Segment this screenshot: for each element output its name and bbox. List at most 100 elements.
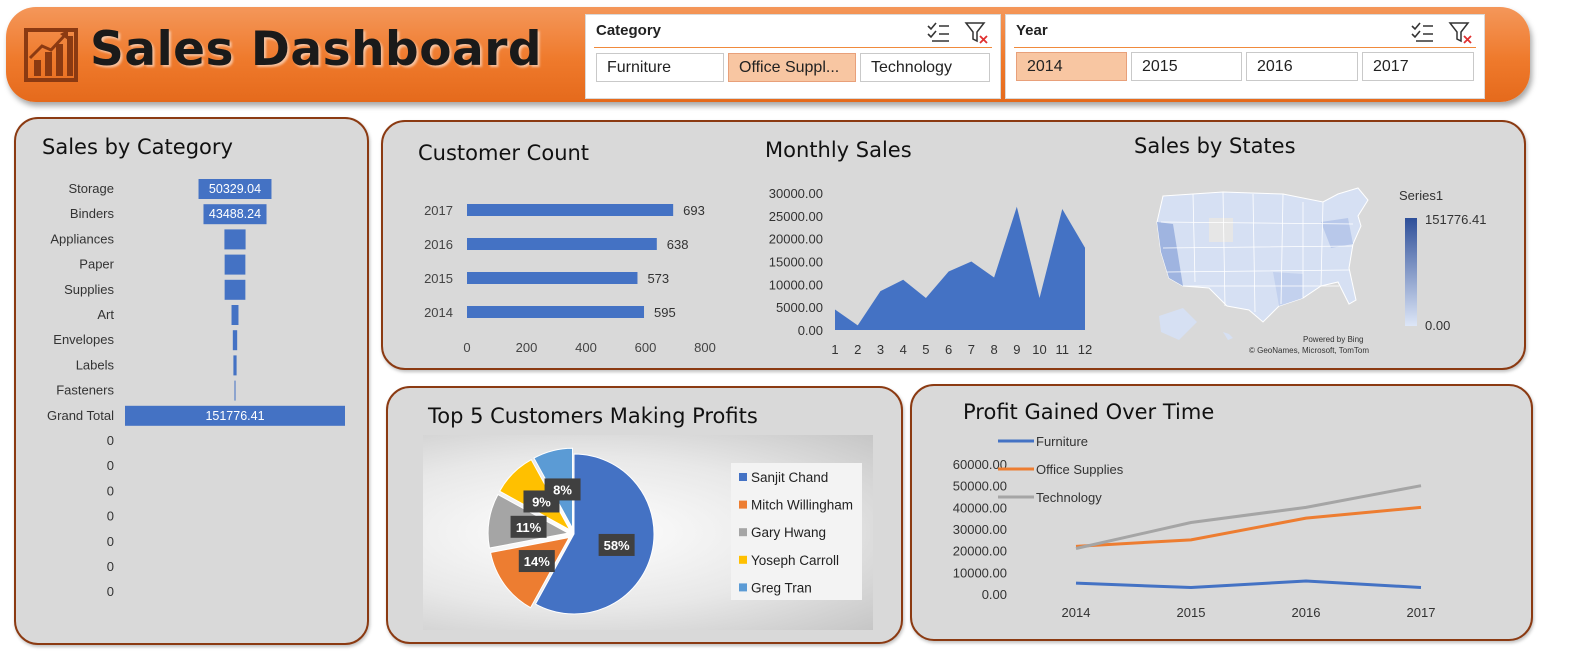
slicer-item-2016[interactable]: 2016	[1246, 52, 1358, 81]
pie-data-label: 14%	[524, 554, 550, 569]
legend-swatch	[739, 473, 747, 481]
category-label: 0	[107, 483, 114, 498]
profit-series-line	[1075, 579, 1422, 590]
x-tick-label: 2	[854, 342, 861, 357]
category-label: Binders	[70, 206, 115, 221]
pie-data-label: 11%	[516, 520, 542, 535]
category-data-label: 43488.24	[209, 207, 261, 221]
slicer-divider	[1014, 47, 1476, 48]
category-data-label: 151776.41	[205, 409, 264, 423]
monthly-sales-area	[835, 206, 1085, 330]
legend-label: Office Supplies	[1036, 462, 1124, 477]
customer-data-label: 638	[667, 237, 689, 252]
year-label: 2016	[424, 237, 453, 252]
y-tick-label: 0.00	[798, 323, 823, 338]
y-tick-label: 15000.00	[769, 255, 823, 270]
year-slicer: Year 2014 2015 2016 2017	[1005, 14, 1485, 99]
year-label: 2015	[424, 271, 453, 286]
x-tick-label: 10	[1032, 342, 1046, 357]
legend-label: Yoseph Carroll	[751, 553, 839, 568]
category-label: 0	[107, 433, 114, 448]
x-tick-label: 2016	[1292, 605, 1321, 620]
category-data-label: 50329.04	[209, 182, 261, 196]
slicer-item-office-supplies[interactable]: Office Suppl...	[728, 53, 856, 82]
category-label: Labels	[76, 357, 115, 372]
x-tick-label: 11	[1056, 342, 1070, 357]
top5-pie-chart: 58%14%11%9%8%Sanjit ChandMitch Willingha…	[487, 447, 862, 615]
x-tick-label: 200	[516, 340, 538, 355]
category-bar	[224, 279, 246, 300]
slicer-item-2017[interactable]: 2017	[1362, 52, 1474, 81]
x-tick-label: 0	[463, 340, 470, 355]
y-tick-label: 40000.00	[953, 500, 1007, 515]
category-bar	[224, 254, 246, 275]
metrics-panel: Customer Count Monthly Sales Sales by St…	[381, 120, 1526, 370]
category-label: 0	[107, 559, 114, 574]
year-label: 2017	[424, 203, 453, 218]
customer-data-label: 595	[654, 305, 676, 320]
pie-data-label: 58%	[604, 538, 630, 553]
map-legend-min: 0.00	[1425, 318, 1451, 333]
legend-label: Sanjit Chand	[751, 470, 828, 485]
category-label: Appliances	[50, 231, 114, 246]
map-legend-max: 151776.41	[1425, 212, 1487, 227]
category-label: Supplies	[64, 282, 114, 297]
us-states-map: Powered by Bing © GeoNames, Microsoft, T…	[1156, 187, 1369, 355]
profit-series-line	[1075, 484, 1422, 550]
category-label: 0	[107, 534, 114, 549]
map-credit-sources: © GeoNames, Microsoft, TomTom	[1249, 346, 1369, 355]
clear-filter-icon[interactable]	[1448, 21, 1474, 45]
x-tick-label: 2015	[1177, 605, 1206, 620]
multi-select-icon[interactable]	[926, 21, 950, 43]
category-bar	[232, 330, 238, 351]
monthly-sales-chart: 0.00 5000.00 10000.00 15000.00 20000.00 25000…	[769, 186, 1092, 357]
legend-label: Gary Hwang	[751, 525, 826, 540]
x-tick-label: 600	[635, 340, 657, 355]
legend-label: Technology	[1036, 490, 1102, 505]
category-label: Paper	[79, 257, 114, 272]
slicer-item-2014[interactable]: 2014	[1016, 52, 1127, 81]
multi-select-icon[interactable]	[1410, 21, 1434, 43]
x-tick-label: 1	[831, 342, 838, 357]
slicer-item-technology[interactable]: Technology	[860, 53, 990, 82]
category-bar	[224, 229, 246, 250]
x-tick-label: 800	[694, 340, 716, 355]
x-tick-label: 12	[1078, 342, 1092, 357]
category-label: Envelopes	[53, 332, 114, 347]
panel-title: Sales by States	[1134, 134, 1296, 158]
customer-bar	[467, 272, 638, 284]
category-label: 0	[107, 458, 114, 473]
category-bar	[233, 355, 237, 376]
category-label: Storage	[68, 181, 114, 196]
x-tick-label: 4	[900, 342, 907, 357]
category-label: 0	[107, 509, 114, 524]
year-slicer-title: Year	[1016, 22, 1048, 39]
profit-line-chart: 0.00 10000.00 20000.00 30000.00 40000.00 5000…	[953, 434, 1436, 620]
sales-by-category-panel: Sales by Category Storage 50329.04 Binders…	[14, 117, 369, 645]
pie-data-label: 8%	[553, 482, 572, 497]
customer-count-chart: 2017 693 2016 638 2015 573 2014 595 0 200 400 600 80…	[424, 203, 716, 355]
x-tick-label: 2014	[1062, 605, 1091, 620]
legend-swatch	[739, 528, 747, 537]
x-tick-label: 7	[968, 342, 975, 357]
legend-label: Mitch Willingham	[751, 498, 853, 513]
y-tick-label: 30000.00	[769, 186, 823, 201]
top5-customers-panel: Top 5 Customers Making Profits 58% 14% 11%…	[386, 386, 903, 644]
y-tick-label: 30000.00	[953, 522, 1007, 537]
category-label: 0	[107, 584, 114, 599]
year-label: 2014	[424, 305, 453, 320]
category-label: Grand Total	[47, 408, 114, 423]
map-credit-bing: Powered by Bing	[1303, 335, 1363, 344]
x-tick-label: 8	[990, 342, 997, 357]
x-tick-label: 5	[922, 342, 929, 357]
y-tick-label: 20000.00	[769, 232, 823, 247]
y-tick-label: 0.00	[982, 587, 1007, 602]
slicer-item-2015[interactable]: 2015	[1131, 52, 1242, 81]
y-tick-label: 10000.00	[769, 277, 823, 292]
customer-bar	[467, 306, 645, 318]
category-slicer-title: Category	[596, 22, 662, 39]
profit-series-line	[1075, 505, 1422, 548]
customer-bar	[467, 204, 674, 216]
slicer-item-furniture[interactable]: Furniture	[596, 53, 724, 82]
clear-filter-icon[interactable]	[964, 21, 990, 45]
